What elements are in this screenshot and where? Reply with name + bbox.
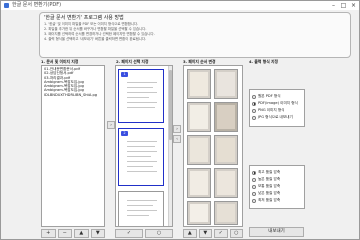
format-option[interactable]: 원본 PDF 형식: [252, 93, 302, 100]
file-list[interactable]: 01-안내문변환문서.pdf 02-상담신청서.pdf 03-처리결과.pdf …: [41, 65, 105, 227]
maximize-icon[interactable]: □: [339, 1, 348, 10]
move-up-button[interactable]: ▲: [74, 229, 89, 238]
page-thumbnail[interactable]: 2: [118, 128, 164, 186]
select-all-button[interactable]: ✓: [115, 229, 143, 238]
page-number-badge: 2: [121, 131, 128, 136]
format-option[interactable]: PNG 이미지 형식: [252, 107, 302, 114]
deselect-all-button[interactable]: ○: [145, 229, 173, 238]
vertical-scrollbar[interactable]: [168, 66, 172, 226]
radio-button[interactable]: [252, 108, 256, 113]
app-icon: [4, 3, 9, 8]
page-thumbnail[interactable]: [118, 191, 164, 226]
radio-button[interactable]: [252, 115, 256, 120]
step4-title: 4. 출력 형식 지정: [249, 59, 279, 64]
output-page-toolbar: ▲ ▼ ✓ ○: [183, 229, 243, 238]
deselect-all-button[interactable]: ○: [229, 229, 243, 238]
chevron-right-icon[interactable]: ›: [107, 121, 115, 129]
quality-option[interactable]: 보통 품질 압축: [252, 183, 302, 190]
page-number-badge: 1: [121, 72, 128, 77]
output-page-image[interactable]: [214, 102, 238, 132]
move-down-button[interactable]: ▼: [90, 229, 105, 238]
page-thumbnail-list[interactable]: 1 2: [115, 65, 173, 227]
quality-option[interactable]: 높은 품질 압축: [252, 176, 302, 183]
select-all-button[interactable]: ✓: [214, 229, 228, 238]
format-option[interactable]: PDF(image) 이미지 형식: [252, 100, 302, 107]
chevron-right-icon[interactable]: ›: [173, 125, 181, 133]
radio-button[interactable]: [252, 170, 256, 175]
guide-title: '한글 문서 변환기' 프로그램 사용 방법: [44, 15, 124, 21]
radio-button[interactable]: [252, 101, 256, 106]
quality-option[interactable]: 낮은 품질 압축: [252, 190, 302, 197]
file-item[interactable]: IDLBNDUXTHDRLIBN_ShtA.pg: [44, 93, 102, 97]
move-up-button[interactable]: ▲: [183, 229, 197, 238]
remove-file-button[interactable]: −: [57, 229, 72, 238]
chevron-left-icon[interactable]: ‹: [173, 135, 181, 143]
file-toolbar: + − ▲ ▼: [41, 229, 105, 238]
radio-button[interactable]: [252, 177, 256, 182]
title-bar: 한글 문서 변환기(PDF) – □ ×: [1, 1, 359, 10]
usage-guide-box: '한글 문서 변환기' 프로그램 사용 방법 1. '한글' 및 이미지 파일을…: [39, 12, 351, 58]
export-button[interactable]: 내보내기: [249, 227, 304, 237]
scrollbar-thumb[interactable]: [169, 70, 172, 140]
window-title: 한글 문서 변환기(PDF): [12, 2, 62, 8]
format-options: 원본 PDF 형식 PDF(image) 이미지 형식 PNG 이미지 형식 J…: [249, 89, 305, 127]
add-file-button[interactable]: +: [41, 229, 56, 238]
output-page-grid[interactable]: [183, 65, 243, 227]
move-down-button[interactable]: ▼: [198, 229, 212, 238]
output-page-image[interactable]: [187, 168, 211, 198]
quality-option[interactable]: 최고 품질 압축: [252, 169, 302, 176]
radio-button[interactable]: [252, 198, 256, 203]
close-icon[interactable]: ×: [349, 1, 358, 10]
format-option[interactable]: JPG 형식으로 내보내기: [252, 114, 302, 121]
minimize-icon[interactable]: –: [329, 1, 338, 10]
page-thumbnail[interactable]: 1: [118, 69, 164, 123]
app-window: 한글 문서 변환기(PDF) – □ × '한글 문서 변환기' 프로그램 사용…: [0, 0, 360, 240]
output-page-image[interactable]: [214, 201, 238, 225]
radio-button[interactable]: [252, 191, 256, 196]
quality-option[interactable]: 최저 품질 압축: [252, 197, 302, 204]
output-page-image[interactable]: [187, 201, 211, 225]
output-page-image[interactable]: [214, 135, 238, 165]
radio-button[interactable]: [252, 94, 256, 99]
page-transfer-arrows: › ‹: [173, 125, 181, 143]
output-page-image[interactable]: [187, 69, 211, 99]
radio-button[interactable]: [252, 184, 256, 189]
output-page-image[interactable]: [187, 102, 211, 132]
output-page-image[interactable]: [214, 69, 238, 99]
output-page-image[interactable]: [214, 168, 238, 198]
quality-options: 최고 품질 압축 높은 품질 압축 보통 품질 압축 낮은 품질 압축 최저 품…: [249, 165, 305, 209]
guide-line: 4. 출력 형식을 선택하고 '내보내기' 버튼을 클릭하면 변환이 완료됩니다…: [44, 37, 147, 41]
transfer-arrows: ›: [107, 121, 115, 139]
page-toolbar: ✓ ○: [115, 229, 173, 238]
output-page-image[interactable]: [187, 135, 211, 165]
